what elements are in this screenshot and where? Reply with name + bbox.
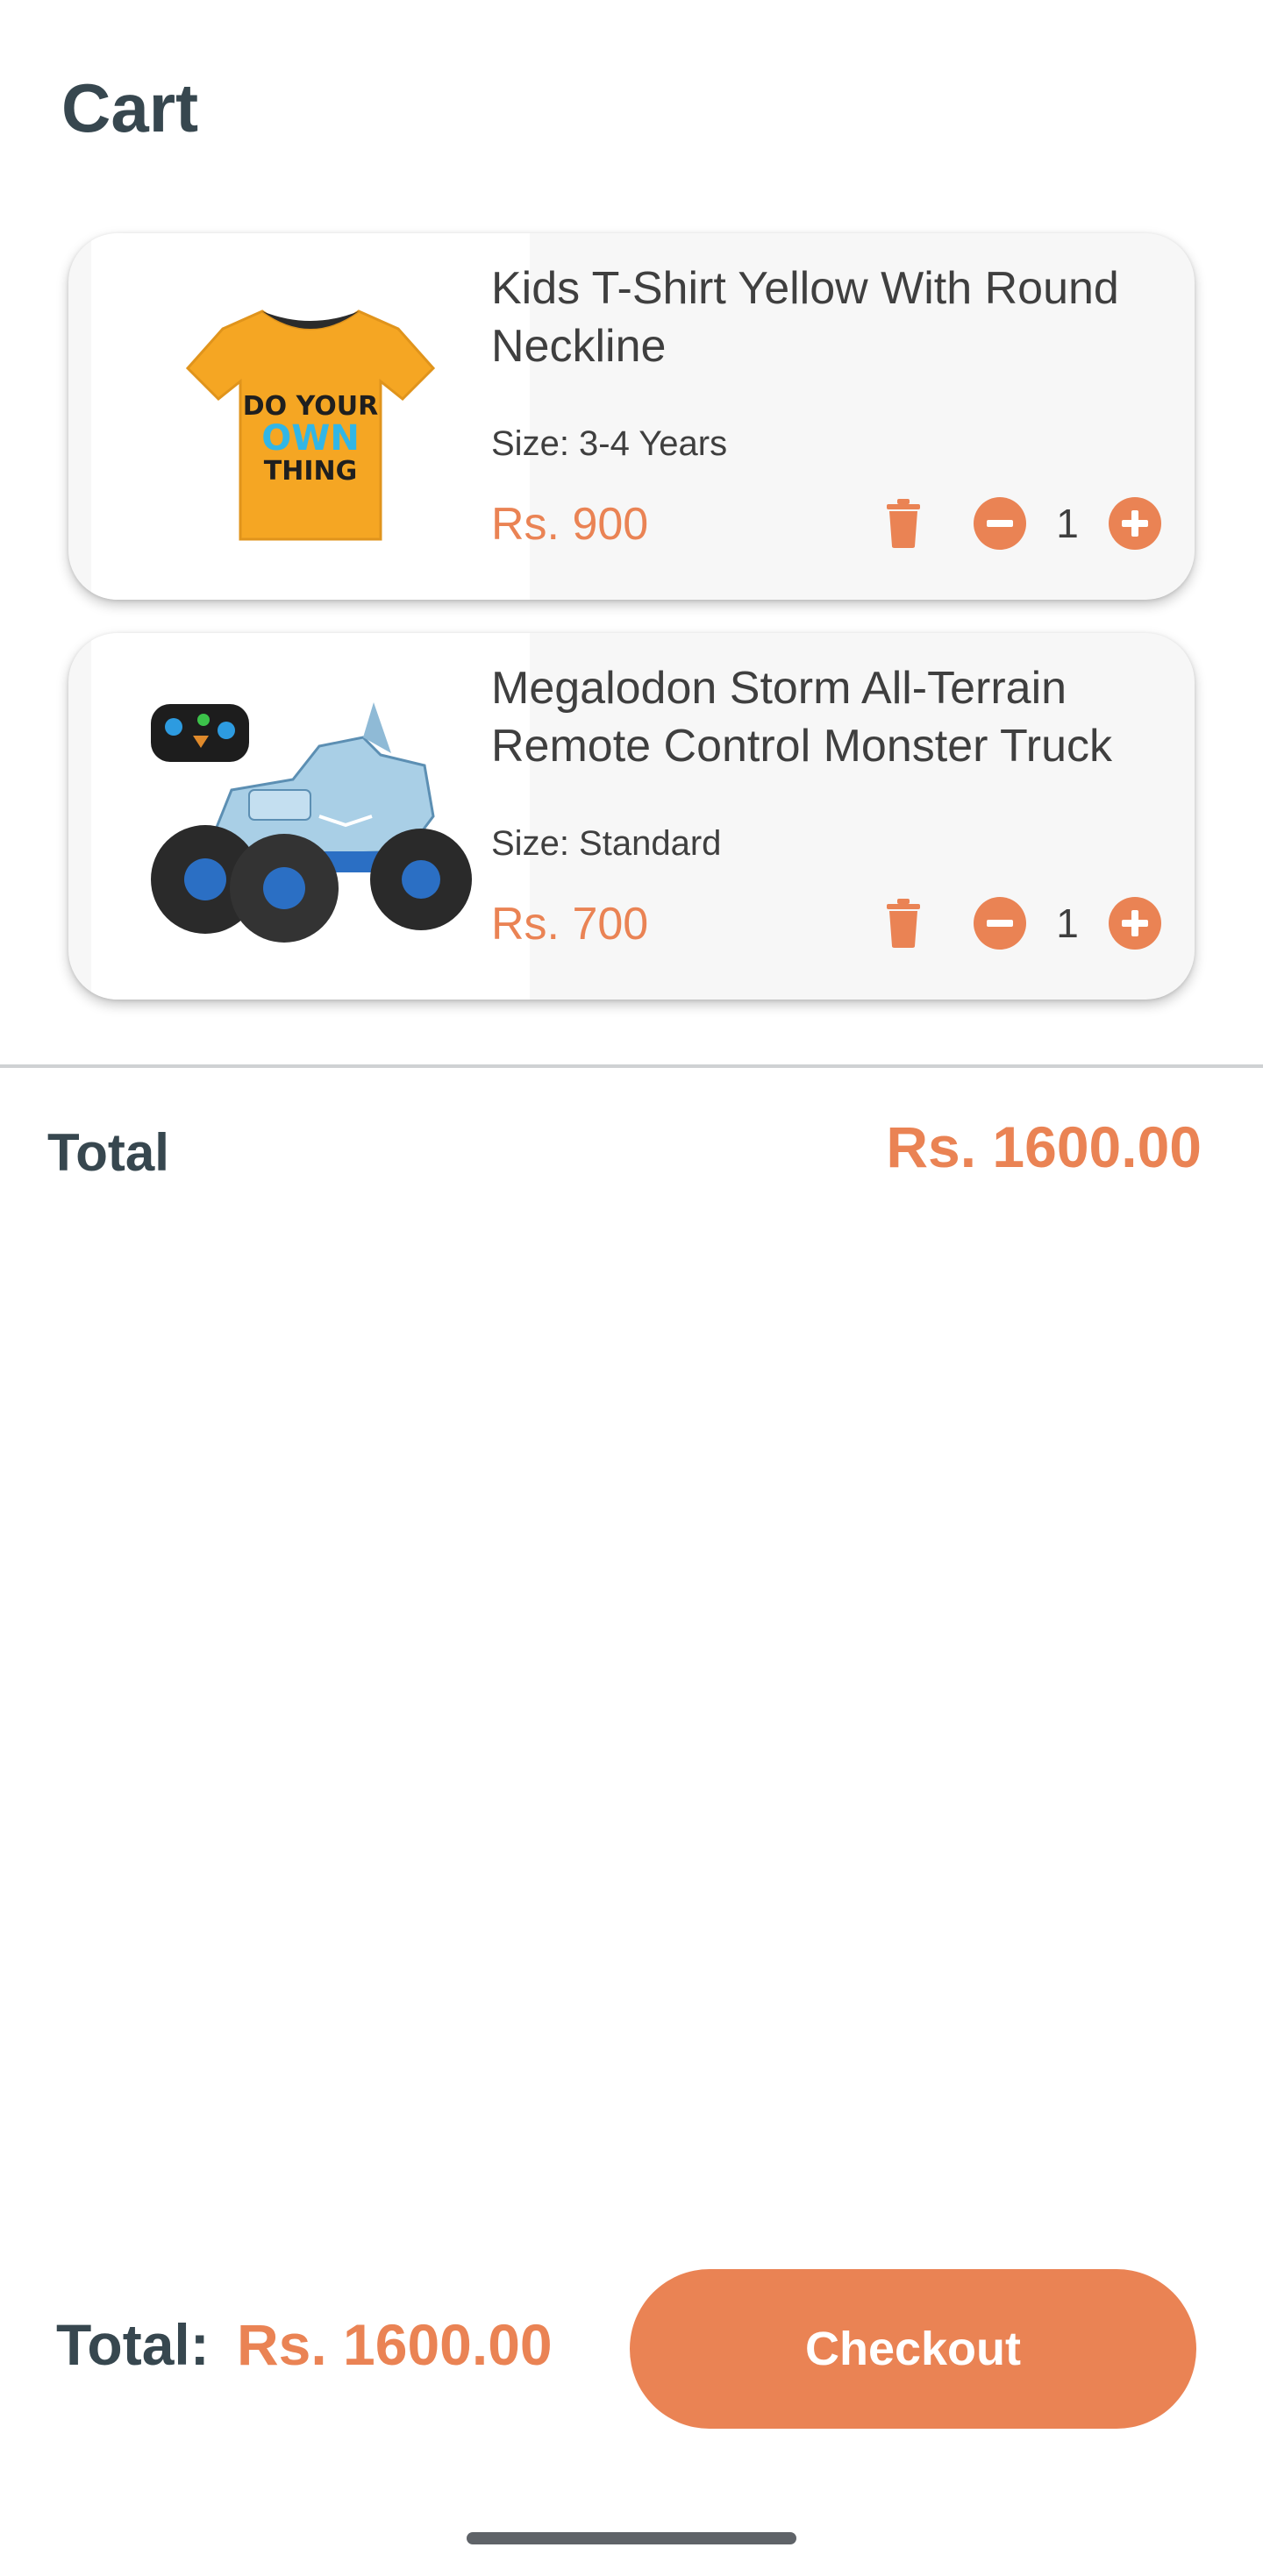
total-value: Rs. 1600.00 bbox=[886, 1114, 1202, 1179]
increase-quantity-button[interactable] bbox=[1109, 897, 1161, 950]
item-price: Rs. 700 bbox=[491, 899, 649, 950]
decrease-quantity-button[interactable] bbox=[974, 897, 1026, 950]
total-label: Total bbox=[47, 1123, 169, 1182]
quantity-controls: 1 bbox=[877, 493, 1161, 554]
tshirt-print-line-2: OWN bbox=[261, 418, 360, 459]
tshirt-print-line-1: DO YOUR bbox=[243, 391, 378, 422]
cart-item[interactable]: DO YOUR OWN THING Kids T-Shirt Yellow Wi… bbox=[68, 233, 1195, 600]
delete-item-button[interactable] bbox=[877, 493, 930, 554]
trash-icon bbox=[887, 899, 920, 948]
checkout-button[interactable]: Checkout bbox=[630, 2269, 1196, 2429]
footer-total-label: Total: bbox=[56, 2312, 210, 2377]
cart-item[interactable]: Megalodon Storm All-Terrain Remote Contr… bbox=[68, 633, 1195, 1000]
home-indicator[interactable] bbox=[467, 2532, 796, 2544]
plus-circle-icon bbox=[1122, 910, 1148, 936]
monster-truck-image bbox=[151, 702, 472, 943]
divider bbox=[0, 1064, 1263, 1068]
footer-total-value: Rs. 1600.00 bbox=[237, 2312, 553, 2377]
tshirt-print-line-3: THING bbox=[264, 456, 357, 487]
trash-icon bbox=[887, 499, 920, 548]
cart-list: DO YOUR OWN THING Kids T-Shirt Yellow Wi… bbox=[68, 233, 1195, 1033]
quantity-controls: 1 bbox=[877, 893, 1161, 954]
item-name: Megalodon Storm All-Terrain Remote Contr… bbox=[491, 663, 1113, 772]
quantity-value: 1 bbox=[1056, 501, 1079, 546]
quantity-value: 1 bbox=[1056, 900, 1079, 946]
item-size: Size: 3-4 Years bbox=[491, 424, 728, 463]
product-image-tshirt[interactable]: DO YOUR OWN THING bbox=[91, 233, 530, 600]
increase-quantity-button[interactable] bbox=[1109, 497, 1161, 550]
minus-circle-icon bbox=[987, 520, 1013, 527]
page-title: Cart bbox=[61, 69, 199, 146]
minus-circle-icon bbox=[987, 920, 1013, 927]
delete-item-button[interactable] bbox=[877, 893, 930, 954]
item-name: Kids T-Shirt Yellow With Round Neckline bbox=[491, 263, 1119, 372]
item-size: Size: Standard bbox=[491, 824, 722, 863]
plus-circle-icon bbox=[1122, 510, 1148, 537]
yellow-tshirt-image: DO YOUR OWN THING bbox=[185, 310, 436, 541]
item-price: Rs. 900 bbox=[491, 499, 649, 550]
decrease-quantity-button[interactable] bbox=[974, 497, 1026, 550]
product-image-truck[interactable] bbox=[91, 633, 530, 1000]
